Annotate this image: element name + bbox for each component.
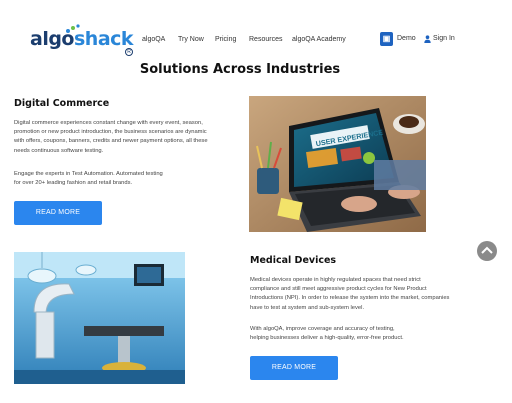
text-line: Introductions (NPI). In order to release…: [250, 295, 450, 302]
algoshack-logo[interactable]: algoshack R: [30, 22, 134, 56]
laptop-illustration: USER EXPERIENCE: [249, 96, 426, 232]
logo-text-prefix: algo: [30, 28, 75, 50]
nav-item-resources[interactable]: Resources: [249, 36, 282, 43]
section-title: Solutions Across Industries: [139, 62, 341, 77]
logo-text-suffix: shack: [74, 28, 134, 50]
nav-item-algoqa-academy[interactable]: algoQA Academy: [292, 36, 346, 43]
text-line: helping businesses deliver a high-qualit…: [250, 335, 404, 342]
demo-link[interactable]: Demo: [397, 35, 416, 42]
medical-devices-paragraph-2: With algoQA, improve coverage and accura…: [250, 325, 490, 343]
digital-commerce-read-more-button[interactable]: READ MORE: [14, 201, 102, 225]
digital-commerce-paragraph-1: Digital commerce experiences constant ch…: [14, 119, 244, 156]
user-icon[interactable]: [424, 35, 431, 43]
medical-devices-paragraph-1: Medical devices operate in highly regula…: [250, 276, 490, 313]
logo-text: algoshack: [30, 28, 134, 50]
medical-devices-read-more-button[interactable]: READ MORE: [250, 356, 338, 380]
digital-commerce-heading: Digital Commerce: [14, 98, 110, 109]
text-line: Medical devices operate in highly regula…: [250, 277, 421, 283]
scroll-to-top-button[interactable]: [477, 241, 497, 261]
text-line: with offers, coupons, banners, credits a…: [14, 138, 208, 145]
text-line: for over 20+ leading fashion and retail …: [14, 180, 133, 187]
chevron-up-icon: [481, 246, 493, 254]
operating-room-illustration: [14, 252, 185, 384]
text-line: Digital commerce experiences constant ch…: [14, 120, 203, 126]
nav-item-algoqa[interactable]: algoQA: [142, 36, 165, 43]
digital-commerce-image: USER EXPERIENCE: [249, 96, 426, 232]
registered-mark: R: [125, 48, 133, 56]
text-line: needs continuous software testing.: [14, 147, 104, 154]
text-line: have to test at system and sub-system le…: [250, 304, 365, 311]
digital-commerce-paragraph-2: Engage the experts in Test Automation. A…: [14, 170, 244, 188]
nav-item-try-now[interactable]: Try Now: [178, 36, 204, 43]
nav-item-pricing[interactable]: Pricing: [215, 36, 236, 43]
demo-icon[interactable]: ▣: [380, 32, 393, 46]
text-line: Engage the experts in Test Automation. A…: [14, 171, 163, 177]
text-line: compliance and still meet aggressive pro…: [250, 286, 427, 293]
medical-devices-heading: Medical Devices: [250, 255, 337, 266]
sign-in-link[interactable]: Sign In: [433, 35, 455, 42]
text-line: promotion or new product introduction, t…: [14, 129, 207, 136]
medical-devices-image: [14, 252, 185, 384]
text-line: With algoQA, improve coverage and accura…: [250, 326, 395, 332]
